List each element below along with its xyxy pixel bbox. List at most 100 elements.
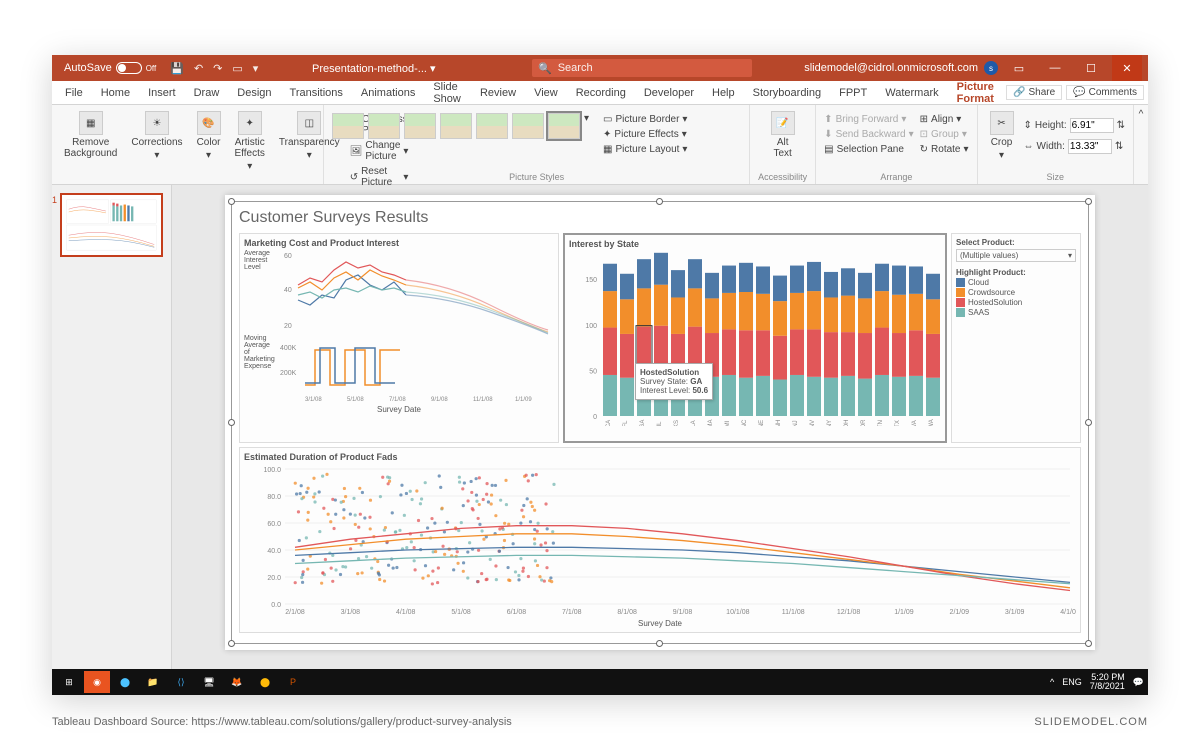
tray-clock[interactable]: 5:20 PM7/8/2021: [1090, 673, 1125, 691]
tray-chevron-icon[interactable]: ^: [1050, 677, 1054, 687]
svg-text:VA: VA: [912, 420, 918, 426]
autosave-toggle[interactable]: AutoSave Off: [58, 62, 162, 74]
legend-item[interactable]: Crowdsource: [956, 288, 1076, 297]
ribbon-options-icon[interactable]: ▭: [1004, 55, 1034, 81]
taskbar-app[interactable]: ⟨⟩: [168, 671, 194, 693]
legend-item[interactable]: HostedSolution: [956, 298, 1076, 307]
picture-border-button[interactable]: ▭ Picture Border ▾: [603, 113, 687, 126]
svg-text:200K: 200K: [280, 370, 297, 377]
slide: Customer Surveys Results Marketing Cost …: [225, 195, 1095, 650]
tab-recording[interactable]: Recording: [567, 81, 635, 105]
height-field[interactable]: ⇕ Height: ⇅: [1024, 117, 1125, 134]
product-select[interactable]: (Multiple values)▾: [956, 249, 1076, 262]
collapse-ribbon-icon[interactable]: ^: [1134, 105, 1148, 184]
slide-canvas[interactable]: Customer Surveys Results Marketing Cost …: [172, 185, 1148, 675]
taskbar-app[interactable]: P: [280, 671, 306, 693]
artistic-icon: ✦: [238, 111, 262, 135]
tab-home[interactable]: Home: [92, 81, 139, 105]
svg-text:OR: OR: [861, 419, 867, 426]
legend-item[interactable]: SAAS: [956, 308, 1076, 317]
style-thumb[interactable]: [368, 113, 400, 139]
rotate-button[interactable]: ↻ Rotate ▾: [920, 143, 969, 156]
tab-help[interactable]: Help: [703, 81, 744, 105]
tab-animations[interactable]: Animations: [352, 81, 424, 105]
slideshow-icon[interactable]: ▭: [232, 62, 242, 75]
styles-gallery[interactable]: ▾: [332, 109, 589, 139]
taskbar-app[interactable]: 🦊: [224, 671, 250, 693]
style-thumb[interactable]: [440, 113, 472, 139]
tab-fppt[interactable]: FPPT: [830, 81, 876, 105]
picture-effects-button[interactable]: ✦ Picture Effects ▾: [603, 128, 687, 141]
taskbar-app[interactable]: ⬤: [252, 671, 278, 693]
highlight-label: Highlight Product:: [956, 268, 1076, 277]
svg-text:7/1/08: 7/1/08: [389, 397, 406, 403]
redo-icon[interactable]: ↷: [213, 62, 222, 75]
taskbar-app[interactable]: ⬤: [112, 671, 138, 693]
tab-storyboarding[interactable]: Storyboarding: [744, 81, 831, 105]
tab-view[interactable]: View: [525, 81, 567, 105]
svg-text:3/1/09: 3/1/09: [1005, 609, 1025, 616]
avatar[interactable]: s: [984, 61, 998, 75]
tab-slide-show[interactable]: Slide Show: [424, 81, 471, 105]
svg-text:NE: NE: [759, 420, 765, 426]
gallery-more-icon[interactable]: ▾: [584, 113, 589, 139]
toggle-icon[interactable]: [116, 62, 142, 74]
minimize-icon[interactable]: —: [1040, 55, 1070, 81]
tab-design[interactable]: Design: [228, 81, 280, 105]
style-thumb[interactable]: [404, 113, 436, 139]
tab-watermark[interactable]: Watermark: [876, 81, 947, 105]
width-field[interactable]: ⇔ Width: ⇅: [1024, 138, 1125, 155]
artistic-effects-button[interactable]: ✦Artistic Effects▾: [231, 109, 269, 174]
taskbar-app[interactable]: 🖥: [196, 671, 222, 693]
tray-lang[interactable]: ENG: [1062, 677, 1082, 687]
taskbar-app[interactable]: ◉: [84, 671, 110, 693]
alt-text-button[interactable]: 📝Alt Text: [758, 109, 807, 161]
group-label: Picture Styles: [332, 172, 741, 182]
svg-text:50: 50: [589, 368, 597, 375]
tab-transitions[interactable]: Transitions: [281, 81, 352, 105]
svg-text:6/1/08: 6/1/08: [507, 609, 527, 616]
tab-developer[interactable]: Developer: [635, 81, 703, 105]
picture-layout-button[interactable]: ▦ Picture Layout ▾: [603, 143, 687, 156]
document-name[interactable]: Presentation-method-... ▾: [312, 62, 436, 75]
corrections-button[interactable]: ☀Corrections▾: [127, 109, 186, 163]
axis-label: Survey Date: [244, 619, 1076, 628]
legend-item[interactable]: Cloud: [956, 278, 1076, 287]
send-backward-button[interactable]: ⬇ Send Backward ▾: [824, 128, 913, 141]
tab-review[interactable]: Review: [471, 81, 525, 105]
group-label: Arrange: [824, 172, 968, 182]
style-thumb[interactable]: [476, 113, 508, 139]
color-button[interactable]: 🎨Color▾: [193, 109, 225, 163]
style-thumb[interactable]: [332, 113, 364, 139]
search-box[interactable]: 🔍 Search: [532, 59, 752, 77]
svg-text:100: 100: [585, 323, 597, 330]
style-thumb[interactable]: [512, 113, 544, 139]
tab-picture-format[interactable]: Picture Format: [948, 81, 1006, 105]
account-email[interactable]: slidemodel@cidrol.onmicrosoft.com: [804, 62, 978, 74]
start-button[interactable]: ⊞: [56, 671, 82, 693]
notifications-icon[interactable]: 💬: [1133, 677, 1144, 688]
share-button[interactable]: 🔗Share: [1006, 85, 1062, 100]
align-button[interactable]: ⊞ Align ▾: [920, 113, 969, 126]
svg-text:11/1/08: 11/1/08: [782, 609, 805, 616]
height-input[interactable]: [1070, 118, 1114, 133]
close-icon[interactable]: ✕: [1112, 55, 1142, 81]
selection-pane-button[interactable]: ▤ Selection Pane: [824, 143, 913, 156]
slide-panel[interactable]: 1: [52, 185, 172, 675]
tab-draw[interactable]: Draw: [185, 81, 229, 105]
tab-file[interactable]: File: [56, 81, 92, 105]
undo-icon[interactable]: ↶: [194, 62, 203, 75]
style-thumb[interactable]: [548, 113, 580, 139]
save-icon[interactable]: 💾: [170, 62, 184, 75]
remove-background-button[interactable]: ▦Remove Background: [60, 109, 121, 161]
group-button[interactable]: ⊡ Group ▾: [920, 128, 969, 141]
comments-button[interactable]: 💬Comments: [1066, 85, 1144, 100]
bring-forward-button[interactable]: ⬆ Bring Forward ▾: [824, 113, 913, 126]
tab-insert[interactable]: Insert: [139, 81, 185, 105]
more-icon[interactable]: ▾: [253, 62, 259, 75]
crop-button[interactable]: ✂Crop▾: [986, 109, 1018, 163]
width-input[interactable]: [1068, 139, 1112, 154]
taskbar-app[interactable]: 📁: [140, 671, 166, 693]
maximize-icon[interactable]: ☐: [1076, 55, 1106, 81]
slide-thumbnail[interactable]: 1: [60, 193, 163, 257]
